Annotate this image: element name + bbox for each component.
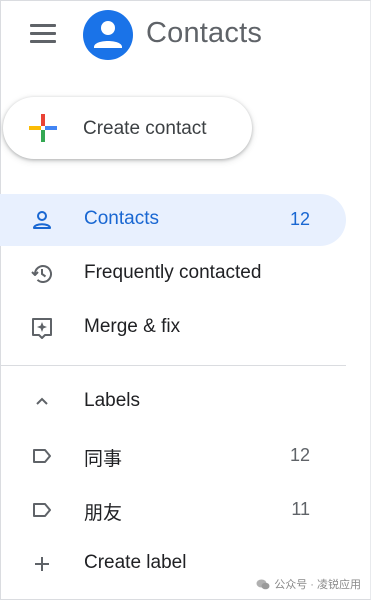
multicolor-plus-icon (29, 114, 57, 142)
app-header: Contacts (0, 0, 371, 74)
plus-icon (35, 557, 49, 571)
wechat-icon (256, 579, 270, 589)
merge-fix-icon (32, 318, 52, 339)
hamburger-menu-icon[interactable] (30, 24, 56, 44)
create-contact-button[interactable]: Create contact (3, 97, 252, 159)
label-item-count: 12 (289, 445, 310, 465)
history-icon (31, 265, 52, 283)
watermark-text: 公众号 · 凌锐应用 (274, 579, 361, 591)
person-icon (33, 211, 51, 229)
labels-section-toggle[interactable]: Labels (0, 376, 346, 428)
label-item-label: 朋友 (84, 503, 123, 524)
app-title: Contacts (146, 17, 263, 49)
nav-item-label: Contacts (84, 208, 159, 229)
label-item-count: 11 (291, 499, 310, 519)
divider (0, 365, 346, 366)
label-icon (33, 449, 51, 463)
create-label-text: Create label (84, 552, 187, 573)
label-item-label: 同事 (84, 449, 123, 470)
nav-item-label: Merge & fix (84, 316, 181, 337)
label-icon (33, 503, 51, 517)
label-item[interactable]: 同事 12 (0, 430, 346, 482)
nav-item-frequently-contacted[interactable]: Frequently contacted (0, 248, 346, 300)
create-contact-label: Create contact (83, 118, 207, 139)
person-icon (83, 10, 133, 60)
watermark: 公众号 · 凌锐应用 (256, 576, 361, 592)
nav-item-label: Frequently contacted (84, 262, 262, 283)
nav-item-contacts[interactable]: Contacts 12 (0, 194, 346, 246)
nav-item-count: 12 (289, 209, 310, 229)
labels-header-text: Labels (84, 390, 140, 411)
nav-item-merge-fix[interactable]: Merge & fix (0, 302, 346, 354)
label-item[interactable]: 朋友 11 (0, 484, 346, 536)
chevron-up-icon (36, 397, 48, 405)
